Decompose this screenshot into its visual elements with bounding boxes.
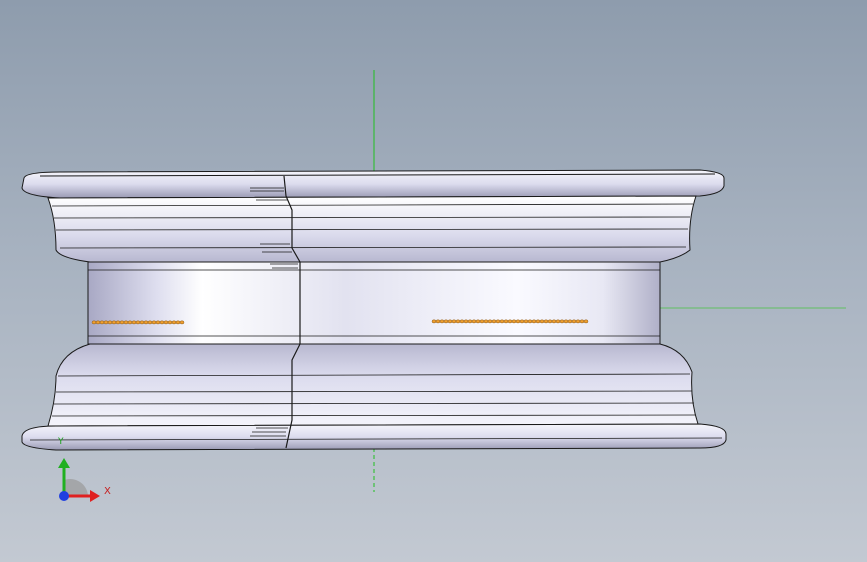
- coordinate-triad[interactable]: [48, 440, 118, 510]
- bolt-hole: [447, 319, 453, 324]
- bolt-hole: [495, 319, 501, 324]
- bolt-hole: [559, 319, 565, 324]
- bolt-hole: [507, 319, 513, 324]
- bolt-hole: [539, 319, 545, 324]
- bolt-hole: [123, 320, 129, 325]
- bolt-hole: [555, 319, 561, 324]
- bolt-hole: [503, 319, 509, 324]
- bolt-hole: [459, 319, 465, 324]
- bolt-hole: [499, 319, 505, 324]
- bolt-hole: [451, 319, 457, 324]
- triad-y-label: Y: [58, 437, 64, 447]
- triad-z-axis: [59, 491, 69, 501]
- triad-x-label: X: [104, 486, 111, 497]
- hole-pattern-right[interactable]: [431, 319, 589, 324]
- graphics-viewport[interactable]: X Y: [0, 0, 867, 562]
- bolt-hole: [479, 319, 485, 324]
- bolt-hole: [487, 319, 493, 324]
- bolt-hole: [511, 319, 517, 324]
- bolt-hole: [99, 320, 105, 325]
- triad-x-arrow: [90, 490, 100, 502]
- bolt-hole: [527, 319, 533, 324]
- bolt-hole: [91, 320, 97, 325]
- bolt-hole: [431, 319, 437, 324]
- bolt-hole: [455, 319, 461, 324]
- bolt-hole: [95, 320, 101, 325]
- bolt-hole: [443, 319, 449, 324]
- bolt-hole: [155, 320, 161, 325]
- bolt-hole: [103, 320, 109, 325]
- bolt-hole: [143, 320, 149, 325]
- bolt-hole: [483, 319, 489, 324]
- bolt-hole: [175, 320, 181, 325]
- triad-y-arrow: [58, 458, 70, 468]
- bolt-hole: [463, 319, 469, 324]
- bolt-hole: [171, 320, 177, 325]
- bolt-hole: [131, 320, 137, 325]
- bolt-hole: [551, 319, 557, 324]
- rim-lower-shoulder[interactable]: [47, 343, 699, 427]
- bolt-hole: [491, 319, 497, 324]
- bolt-hole: [107, 320, 113, 325]
- bolt-hole: [543, 319, 549, 324]
- bolt-hole: [435, 319, 441, 324]
- bolt-hole: [519, 319, 525, 324]
- bolt-hole: [147, 320, 153, 325]
- bolt-hole: [127, 320, 133, 325]
- bolt-hole: [531, 319, 537, 324]
- bolt-hole: [119, 320, 125, 325]
- bolt-hole: [139, 320, 145, 325]
- bolt-hole: [475, 319, 481, 324]
- bolt-hole: [467, 319, 473, 324]
- hole-pattern-left[interactable]: [91, 320, 185, 325]
- wheel-rim-model[interactable]: [21, 169, 727, 451]
- rim-bottom-flange[interactable]: [21, 423, 727, 451]
- bolt-hole: [115, 320, 121, 325]
- bolt-hole: [575, 319, 581, 324]
- bolt-hole: [571, 319, 577, 324]
- bolt-hole: [563, 319, 569, 324]
- bolt-hole: [151, 320, 157, 325]
- bolt-hole: [111, 320, 117, 325]
- bolt-hole: [579, 319, 585, 324]
- bolt-hole: [535, 319, 541, 324]
- bolt-hole: [515, 319, 521, 324]
- bolt-hole: [163, 320, 169, 325]
- bolt-hole: [567, 319, 573, 324]
- bolt-hole: [159, 320, 165, 325]
- bolt-hole: [547, 319, 553, 324]
- bolt-hole: [135, 320, 141, 325]
- bolt-hole: [167, 320, 173, 325]
- bolt-hole: [583, 319, 589, 324]
- bolt-hole: [179, 320, 185, 325]
- rim-barrel[interactable]: [87, 261, 661, 345]
- bolt-hole: [439, 319, 445, 324]
- bolt-hole: [523, 319, 529, 324]
- bolt-hole: [471, 319, 477, 324]
- model-scene[interactable]: [0, 0, 867, 562]
